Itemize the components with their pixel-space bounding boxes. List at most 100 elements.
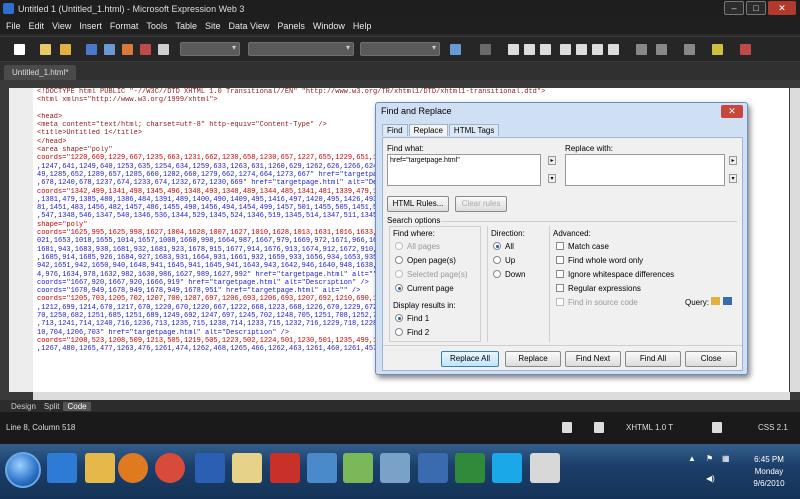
close-button[interactable]: Close: [685, 351, 737, 367]
tab-html-tags[interactable]: HTML Tags: [448, 124, 500, 136]
radio-selected-pages[interactable]: [395, 270, 403, 278]
find-all-button[interactable]: Find All: [625, 351, 681, 367]
tab-find[interactable]: Find: [382, 124, 408, 136]
tab-design[interactable]: Design: [7, 402, 40, 411]
doctype-indicator[interactable]: XHTML 1.0 T: [626, 423, 673, 432]
font-dropdown[interactable]: [248, 42, 354, 56]
indent-icon[interactable]: [656, 44, 667, 55]
checkbox-match-case[interactable]: [556, 242, 564, 250]
checkbox-find-in-source[interactable]: [556, 298, 564, 306]
menu-help[interactable]: Help: [349, 21, 376, 31]
find-dropdown-arrow-icon[interactable]: ▾: [548, 174, 556, 183]
justify-icon[interactable]: [608, 44, 619, 55]
save-query-icon[interactable]: [723, 297, 732, 305]
outlook-icon[interactable]: [418, 453, 448, 483]
menu-edit[interactable]: Edit: [25, 21, 49, 31]
align-left-icon[interactable]: [560, 44, 571, 55]
action-center-icon[interactable]: ⚑: [706, 454, 713, 463]
style-application-icon[interactable]: [594, 422, 604, 433]
radio-direction-all[interactable]: [493, 242, 501, 250]
border-icon[interactable]: [684, 44, 695, 55]
notes-icon[interactable]: [530, 453, 560, 483]
skype-icon[interactable]: [492, 453, 522, 483]
replace-history-arrow-icon[interactable]: ▸: [729, 156, 737, 165]
globe-icon[interactable]: [307, 453, 337, 483]
new-page-icon[interactable]: [14, 44, 25, 55]
menu-view[interactable]: View: [48, 21, 75, 31]
insert-icon[interactable]: [122, 44, 133, 55]
radio-open-pages[interactable]: [395, 256, 403, 264]
page-size-icon[interactable]: [712, 422, 722, 433]
excel-icon[interactable]: [455, 453, 485, 483]
paint-splash-icon[interactable]: [270, 453, 300, 483]
menu-site[interactable]: Site: [201, 21, 225, 31]
menu-table[interactable]: Table: [171, 21, 201, 31]
italic-icon[interactable]: [524, 44, 535, 55]
maximize-button[interactable]: □: [746, 1, 766, 15]
menu-tools[interactable]: Tools: [142, 21, 171, 31]
expression-web-taskbar-icon[interactable]: [380, 453, 410, 483]
visual-aid-icon[interactable]: [562, 422, 572, 433]
chrome-icon[interactable]: [155, 453, 185, 483]
minimize-button[interactable]: –: [724, 1, 744, 15]
network-icon[interactable]: ▦: [722, 454, 730, 463]
html-rules-button[interactable]: HTML Rules...: [387, 196, 449, 212]
code-line[interactable]: <!DOCTYPE html PUBLIC "-//W3C//DTD XHTML…: [33, 88, 789, 96]
clock[interactable]: 6:45 PM Monday 9/6/2010: [740, 454, 798, 490]
menu-data-view[interactable]: Data View: [224, 21, 273, 31]
internet-explorer-icon[interactable]: [47, 453, 77, 483]
tab-code[interactable]: Code: [63, 401, 91, 411]
horizontal-scrollbar[interactable]: [33, 392, 790, 400]
save-icon[interactable]: [86, 44, 97, 55]
menu-window[interactable]: Window: [309, 21, 349, 31]
radio-all-pages[interactable]: [395, 242, 403, 250]
checkbox-ignore-whitespace[interactable]: [556, 270, 564, 278]
open-folder-icon[interactable]: [60, 44, 71, 55]
image-viewer-icon[interactable]: [343, 453, 373, 483]
find-history-arrow-icon[interactable]: ▸: [548, 156, 556, 165]
align-right-icon[interactable]: [592, 44, 603, 55]
align-center-icon[interactable]: [576, 44, 587, 55]
tab-replace[interactable]: Replace: [408, 124, 448, 136]
replace-with-field[interactable]: [565, 154, 725, 186]
list-icon[interactable]: [636, 44, 647, 55]
radio-find-1[interactable]: [395, 314, 403, 322]
notepad-icon[interactable]: [232, 453, 262, 483]
clear-rules-button[interactable]: Clear rules: [455, 196, 507, 212]
document-tab[interactable]: Untitled_1.html*: [4, 65, 77, 80]
preview-icon[interactable]: [140, 44, 151, 55]
redo-icon[interactable]: [480, 44, 491, 55]
find-next-button[interactable]: Find Next: [565, 351, 621, 367]
open-query-icon[interactable]: [711, 297, 720, 305]
dialog-close-button[interactable]: ✕: [721, 105, 743, 118]
grid-icon[interactable]: [158, 44, 169, 55]
open-icon[interactable]: [40, 44, 51, 55]
radio-direction-up[interactable]: [493, 256, 501, 264]
highlight-icon[interactable]: [712, 44, 723, 55]
font-size-dropdown[interactable]: [360, 42, 440, 56]
publish-icon[interactable]: [104, 44, 115, 55]
explorer-folder-icon[interactable]: [85, 453, 115, 483]
menu-file[interactable]: File: [2, 21, 25, 31]
media-player-icon[interactable]: [118, 453, 148, 483]
style-dropdown[interactable]: [180, 42, 240, 56]
css-level-indicator[interactable]: CSS 2.1: [758, 423, 788, 432]
underline-icon[interactable]: [540, 44, 551, 55]
show-hidden-icons-icon[interactable]: ▲: [688, 454, 696, 463]
replace-dropdown-arrow-icon[interactable]: ▾: [729, 174, 737, 183]
bold-icon[interactable]: [508, 44, 519, 55]
menu-panels[interactable]: Panels: [273, 21, 309, 31]
radio-current-page[interactable]: [395, 284, 403, 292]
tab-split[interactable]: Split: [40, 402, 64, 411]
menu-format[interactable]: Format: [106, 21, 143, 31]
replace-button[interactable]: Replace: [505, 351, 561, 367]
checkbox-whole-word[interactable]: [556, 256, 564, 264]
start-button[interactable]: [5, 452, 41, 488]
font-color-icon[interactable]: [740, 44, 751, 55]
menu-insert[interactable]: Insert: [75, 21, 106, 31]
vertical-scrollbar[interactable]: [790, 88, 800, 392]
radio-find-2[interactable]: [395, 328, 403, 336]
undo-icon[interactable]: [450, 44, 461, 55]
close-window-button[interactable]: ✕: [768, 1, 796, 15]
find-what-field[interactable]: href="targetpage.html": [387, 154, 541, 186]
